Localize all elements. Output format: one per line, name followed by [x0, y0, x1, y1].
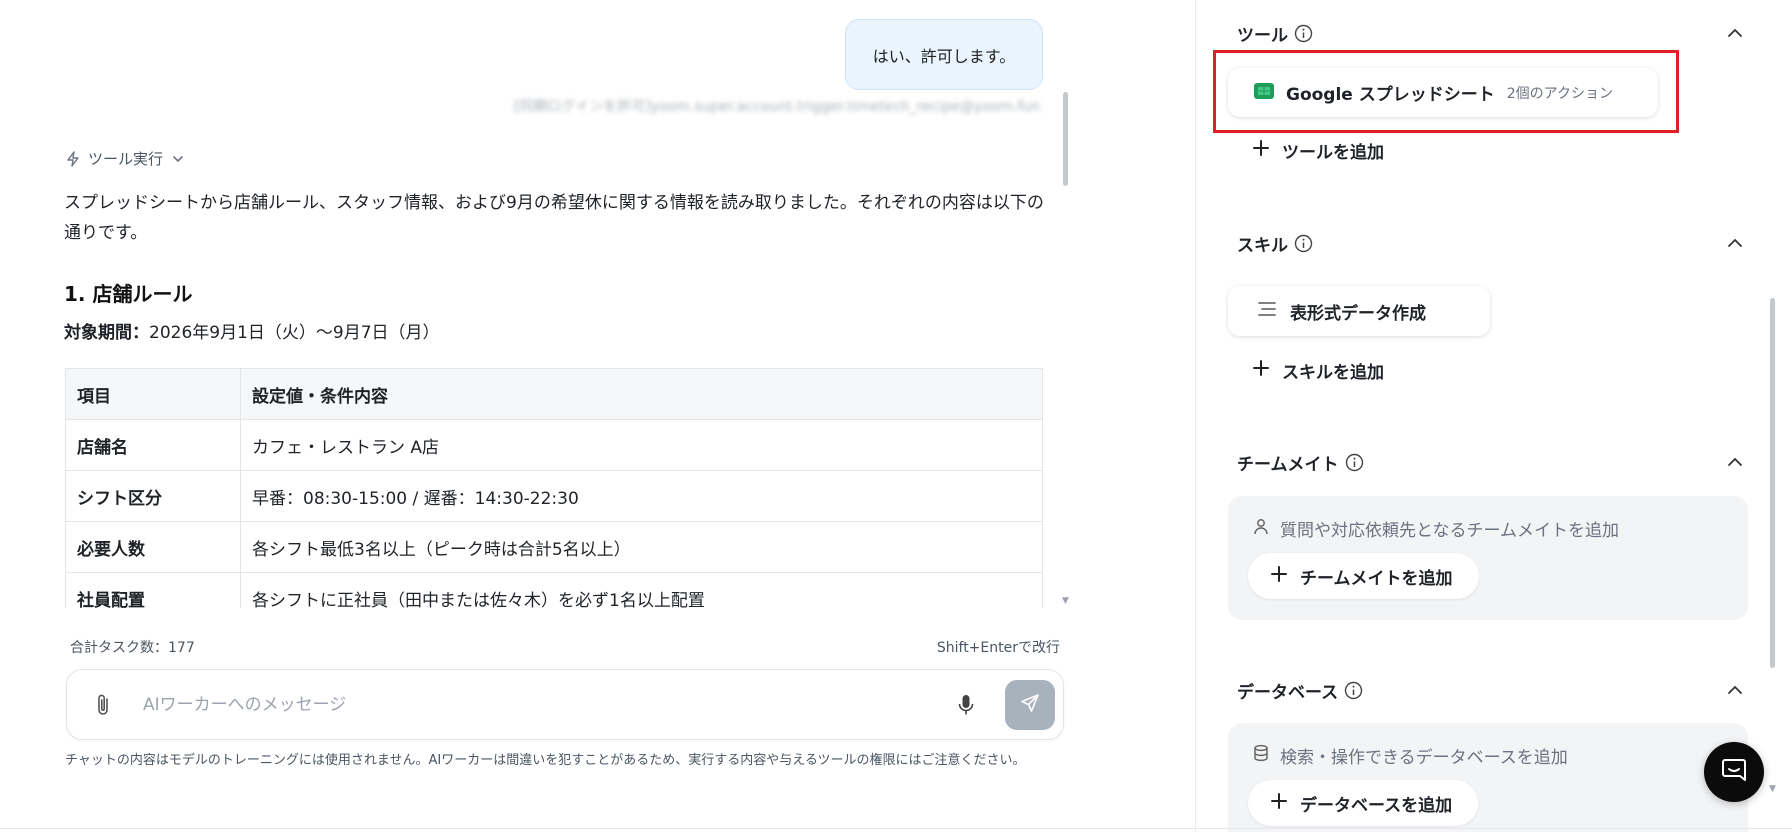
- table-cell-key: 必要人数: [65, 521, 241, 573]
- plus-icon: [1270, 565, 1288, 588]
- chat-area: はい、許可します。 [同期ログインを許可]yoom.super.account.…: [0, 0, 1195, 832]
- chevron-up-icon[interactable]: [1724, 679, 1746, 701]
- add-tool-button[interactable]: ツールを追加: [1252, 138, 1384, 163]
- highlight-box: [1213, 50, 1679, 133]
- person-icon: [1252, 517, 1270, 540]
- add-database-button[interactable]: データベースを追加: [1248, 780, 1479, 826]
- plus-icon: [1252, 139, 1270, 162]
- align-left-icon: [1258, 301, 1276, 322]
- plus-icon: [1252, 359, 1270, 382]
- newline-hint: Shift+Enterで改行: [936, 640, 1060, 656]
- table-cell-key: 社員配置: [65, 572, 241, 608]
- disclaimer-text: チャットの内容はモデルのトレーニングには使用されません。AIワーカーは間違いを犯…: [65, 753, 1026, 768]
- tool-run-label: ツール実行: [88, 150, 164, 168]
- add-teammate-button[interactable]: チームメイトを追加: [1248, 553, 1479, 599]
- scroll-down-arrow[interactable]: ▼: [1062, 596, 1069, 606]
- table-header-cell: 設定値・条件内容: [240, 368, 1043, 420]
- teammates-section-title: チームメイト: [1237, 455, 1339, 475]
- user-message-text: はい、許可します。: [872, 46, 1016, 66]
- tool-run-toggle[interactable]: ツール実行: [66, 148, 185, 169]
- panel-scrollbar[interactable]: [1770, 298, 1775, 668]
- chat-bubble-icon: [1720, 756, 1748, 788]
- table-cell-value: 早番：08:30-15:00 / 遅番：14:30-22:30: [240, 470, 1043, 522]
- paperclip-icon[interactable]: [93, 692, 115, 718]
- tools-section-title: ツール: [1237, 26, 1288, 46]
- table-cell-key: 店舗名: [65, 419, 241, 471]
- skill-name: 表形式データ作成: [1290, 303, 1426, 324]
- microphone-icon[interactable]: [955, 692, 977, 718]
- chevron-down-icon: [171, 152, 185, 166]
- add-teammate-label: チームメイトを追加: [1300, 568, 1453, 589]
- teammates-description: 質問や対応依頼先となるチームメイトを追加: [1280, 521, 1619, 541]
- user-message-bubble: はい、許可します。: [845, 19, 1043, 90]
- add-skill-button[interactable]: スキルを追加: [1252, 358, 1384, 383]
- bottom-divider: [0, 828, 1792, 829]
- teammates-box: 質問や対応依頼先となるチームメイトを追加 チームメイトを追加: [1228, 496, 1748, 620]
- section-title: 1. 店舗ルール: [64, 282, 193, 306]
- database-box: 検索・操作できるデータベースを追加 データベースを追加: [1228, 723, 1748, 832]
- teammates-description-row: 質問や対応依頼先となるチームメイトを追加: [1252, 516, 1619, 541]
- plus-icon: [1270, 792, 1288, 815]
- chevron-up-icon[interactable]: [1724, 451, 1746, 473]
- database-description: 検索・操作できるデータベースを追加: [1280, 748, 1568, 768]
- info-icon[interactable]: [1344, 681, 1363, 700]
- chevron-up-icon[interactable]: [1724, 22, 1746, 44]
- message-composer: [66, 669, 1064, 740]
- table-row: シフト区分 早番：08:30-15:00 / 遅番：14:30-22:30: [65, 470, 1043, 522]
- message-input[interactable]: [143, 684, 943, 726]
- info-icon[interactable]: [1345, 453, 1364, 472]
- period-value: 2026年9月1日（火）〜9月7日（月）: [149, 323, 440, 343]
- tools-section-header: ツール: [1237, 21, 1313, 46]
- chevron-up-icon[interactable]: [1724, 232, 1746, 254]
- database-section-title: データベース: [1237, 683, 1339, 703]
- lightning-icon: [66, 150, 80, 167]
- table-row: 店舗名 カフェ・レストラン A店: [65, 419, 1043, 471]
- skills-section-title: スキル: [1237, 236, 1288, 256]
- table-cell-value: 各シフト最低3名以上（ピーク時は合計5名以上）: [240, 521, 1043, 573]
- table-header-cell: 項目: [65, 368, 241, 420]
- add-database-label: データベースを追加: [1300, 795, 1453, 816]
- table-row: 社員配置 各シフトに正社員（田中または佐々木）を必ず1名以上配置: [65, 572, 1043, 608]
- task-count: 合計タスク数：177: [70, 640, 195, 656]
- ai-response-text: スプレッドシートから店舗ルール、スタッフ情報、および9月の希望休に関する情報を読…: [64, 193, 1044, 243]
- panel-scroll-down-arrow[interactable]: ▼: [1769, 784, 1776, 794]
- info-icon[interactable]: [1294, 24, 1313, 43]
- period-line: 対象期間：2026年9月1日（火）〜9月7日（月）: [64, 318, 440, 343]
- store-rules-table: 項目 設定値・条件内容 店舗名 カフェ・レストラン A店 シフト区分 早番：08…: [65, 368, 1043, 608]
- database-icon: [1252, 744, 1270, 767]
- info-icon[interactable]: [1294, 234, 1313, 253]
- add-skill-label: スキルを追加: [1282, 363, 1384, 383]
- period-label: 対象期間：: [64, 323, 149, 343]
- settings-panel: ツール Google スプレッドシート 2個のアクション ツールを追加 スキル: [1195, 0, 1792, 832]
- teammates-section-header: チームメイト: [1237, 450, 1364, 475]
- user-message-meta: [同期ログインを許可]yoom.super.account.trigger.ti…: [513, 99, 1040, 115]
- table-cell-key: シフト区分: [65, 470, 241, 522]
- table-cell-value: カフェ・レストラン A店: [240, 419, 1043, 471]
- database-section-header: データベース: [1237, 678, 1363, 703]
- database-description-row: 検索・操作できるデータベースを追加: [1252, 743, 1568, 768]
- table-row: 必要人数 各シフト最低3名以上（ピーク時は合計5名以上）: [65, 521, 1043, 573]
- chat-messages[interactable]: はい、許可します。 [同期ログインを許可]yoom.super.account.…: [0, 0, 1080, 608]
- send-button[interactable]: [1005, 680, 1055, 730]
- send-icon: [1019, 692, 1041, 718]
- chat-scrollbar[interactable]: [1063, 92, 1068, 186]
- support-chat-button[interactable]: [1704, 742, 1764, 802]
- add-tool-label: ツールを追加: [1282, 143, 1384, 163]
- table-cell-value: 各シフトに正社員（田中または佐々木）を必ず1名以上配置: [240, 572, 1043, 608]
- skill-card[interactable]: 表形式データ作成: [1228, 286, 1490, 336]
- table-header-row: 項目 設定値・条件内容: [65, 368, 1043, 420]
- skills-section-header: スキル: [1237, 231, 1313, 256]
